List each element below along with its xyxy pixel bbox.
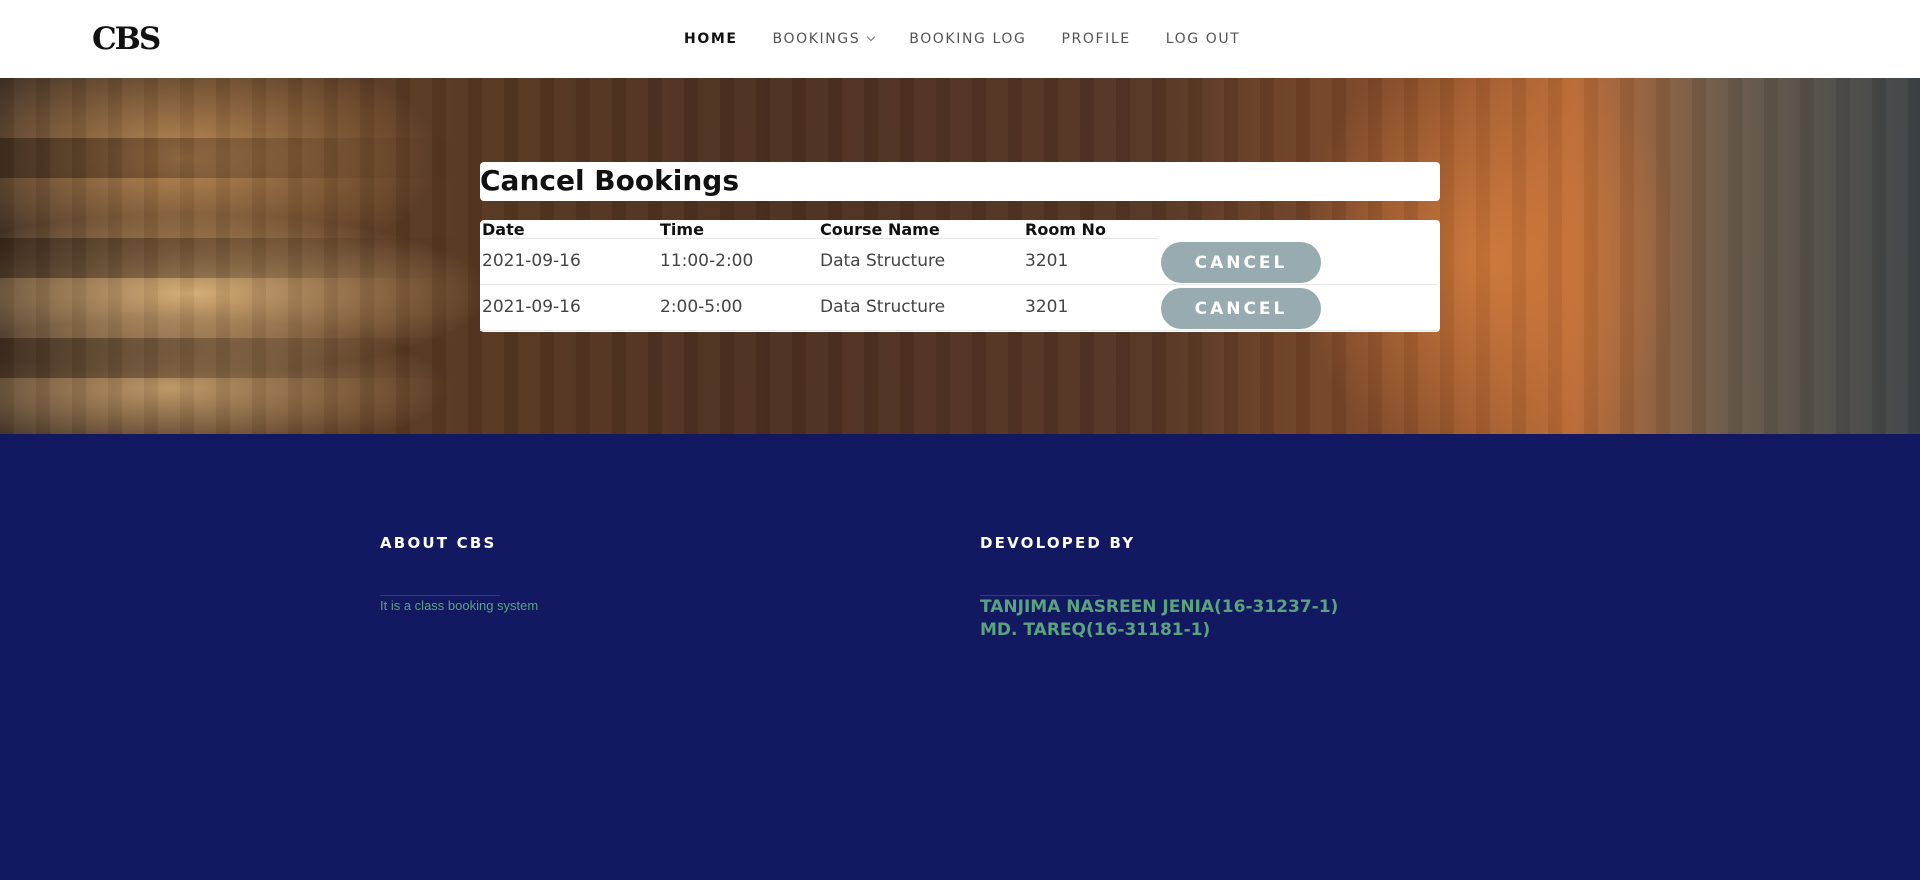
table-row: 2021-09-16 11:00-2:00 Data Structure 320… — [480, 239, 1438, 285]
top-navbar: CBS HOME BOOKINGS BOOKING LOG PROFILE LO… — [0, 0, 1920, 78]
bookings-table: Date Time Course Name Room No 2021-09-16… — [480, 220, 1440, 332]
developer-name: TANJIMA NASREEN JENIA(16-31237-1) — [980, 597, 1339, 617]
footer-about-heading: ABOUT CBS — [380, 534, 497, 552]
cell-time: 2:00-5:00 — [660, 297, 743, 317]
page-title: Cancel Bookings — [480, 164, 739, 197]
nav-bookings-label: BOOKINGS — [772, 31, 861, 47]
table-row: 2021-09-16 2:00-5:00 Data Structure 3201… — [480, 285, 1438, 331]
hero-decoration — [0, 138, 460, 178]
footer-developed-heading: DEVOLOPED BY — [980, 534, 1136, 552]
cell-course: Data Structure — [820, 251, 946, 271]
nav-home[interactable]: HOME — [684, 28, 738, 50]
nav-booking-log-label: BOOKING LOG — [909, 31, 1027, 47]
footer: ABOUT CBS It is a class booking system D… — [0, 434, 1920, 880]
column-header-room: Room No — [1023, 220, 1158, 239]
developer-name: MD. TAREQ(16-31181-1) — [980, 620, 1211, 640]
nav-booking-log[interactable]: BOOKING LOG — [909, 28, 1026, 50]
cell-time: 11:00-2:00 — [660, 251, 754, 271]
cell-room: 3201 — [1025, 297, 1069, 317]
cell-room: 3201 — [1025, 251, 1069, 271]
main-nav: HOME BOOKINGS BOOKING LOG PROFILE LOG OU… — [684, 28, 1275, 50]
cell-course: Data Structure — [820, 297, 946, 317]
nav-profile-label: PROFILE — [1061, 31, 1131, 47]
column-header-time: Time — [658, 220, 818, 239]
cancel-booking-button[interactable]: CANCEL — [1161, 288, 1321, 329]
nav-home-label: HOME — [684, 31, 738, 47]
footer-about-text: It is a class booking system — [380, 598, 539, 613]
cell-date: 2021-09-16 — [482, 251, 581, 271]
nav-profile[interactable]: PROFILE — [1061, 28, 1130, 50]
hero-decoration — [0, 338, 460, 378]
site-logo[interactable]: CBS — [92, 18, 161, 60]
hero-decoration — [0, 238, 460, 278]
cancel-booking-button[interactable]: CANCEL — [1161, 242, 1321, 283]
column-header-date: Date — [480, 220, 658, 239]
column-header-course: Course Name — [818, 220, 1023, 239]
nav-bookings[interactable]: BOOKINGS — [772, 28, 876, 50]
chevron-down-icon — [866, 32, 876, 42]
nav-logout[interactable]: LOG OUT — [1166, 28, 1241, 50]
nav-logout-label: LOG OUT — [1165, 31, 1241, 47]
footer-developers: TANJIMA NASREEN JENIA(16-31237-1) MD. TA… — [980, 596, 1338, 642]
cell-date: 2021-09-16 — [482, 297, 581, 317]
footer-divider — [380, 595, 500, 596]
page-title-card: Cancel Bookings — [480, 162, 1440, 201]
